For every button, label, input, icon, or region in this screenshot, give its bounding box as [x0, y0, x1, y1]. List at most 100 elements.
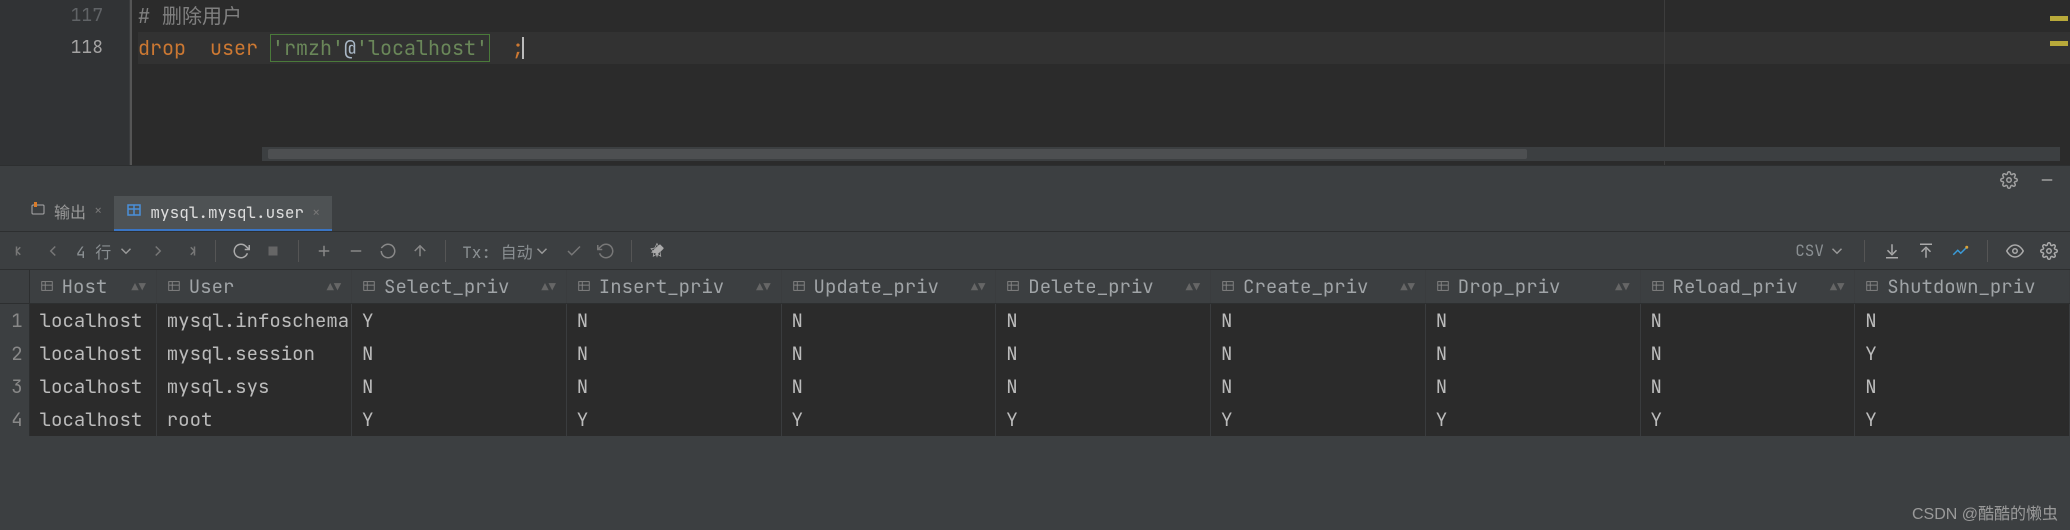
horizontal-scrollbar[interactable]	[262, 147, 2060, 161]
cell-delete-priv[interactable]: N	[996, 337, 1211, 370]
col-header-insert-priv[interactable]: Insert_priv ▲▼	[567, 270, 782, 303]
scrollbar-thumb[interactable]	[268, 149, 1527, 159]
cell-user[interactable]: mysql.infoschema	[157, 304, 352, 337]
watermark: CSDN @酷酷的懒虫	[1912, 500, 2058, 524]
download-icon[interactable]	[1883, 242, 1901, 260]
cell-host[interactable]: localhost	[30, 337, 157, 370]
tx-mode[interactable]: Tx: 自动	[462, 239, 550, 263]
cell-create-priv[interactable]: N	[1211, 370, 1426, 403]
compare-icon[interactable]	[1951, 242, 1969, 260]
table-row[interactable]: 4 localhost root Y Y Y Y Y Y Y Y	[0, 403, 2070, 436]
cell-update-priv[interactable]: N	[782, 304, 997, 337]
cell-shutdown-priv[interactable]: N	[1855, 304, 2070, 337]
results-grid[interactable]: Host ▲▼ User ▲▼ Select_priv ▲▼ Insert_pr…	[0, 270, 2070, 436]
table-row[interactable]: 1 localhost mysql.infoschema Y N N N N N…	[0, 304, 2070, 337]
col-header-host[interactable]: Host ▲▼	[30, 270, 157, 303]
code-line-118[interactable]: drop user 'rmzh'@'localhost' ;	[138, 32, 2070, 64]
col-header-drop-priv[interactable]: Drop_priv ▲▼	[1426, 270, 1641, 303]
col-header-update-priv[interactable]: Update_priv ▲▼	[782, 270, 997, 303]
col-header-user[interactable]: User ▲▼	[157, 270, 352, 303]
cell-update-priv[interactable]: N	[782, 337, 997, 370]
code-area[interactable]: # 删除用户 drop user 'rmzh'@'localhost' ;	[130, 0, 2070, 165]
sort-icon[interactable]: ▲▼	[1400, 279, 1414, 295]
cell-drop-priv[interactable]: N	[1426, 337, 1641, 370]
cell-create-priv[interactable]: N	[1211, 337, 1426, 370]
cell-select-priv[interactable]: Y	[352, 304, 567, 337]
cell-insert-priv[interactable]: N	[567, 370, 782, 403]
sort-icon[interactable]: ▲▼	[1186, 279, 1200, 295]
column-icon	[1865, 274, 1879, 299]
cell-insert-priv[interactable]: N	[567, 337, 782, 370]
col-header-delete-priv[interactable]: Delete_priv ▲▼	[996, 270, 1211, 303]
sort-icon[interactable]: ▲▼	[327, 279, 341, 295]
first-page-icon[interactable]	[12, 242, 30, 260]
cell-create-priv[interactable]: N	[1211, 304, 1426, 337]
tab-mysql-user[interactable]: mysql.mysql.user ×	[114, 196, 332, 231]
sort-icon[interactable]: ▲▼	[1615, 279, 1629, 295]
pin-icon[interactable]	[648, 242, 666, 260]
revert-icon[interactable]	[379, 242, 397, 260]
eye-icon[interactable]	[2006, 242, 2024, 260]
stop-icon[interactable]	[264, 242, 282, 260]
col-header-create-priv[interactable]: Create_priv ▲▼	[1211, 270, 1426, 303]
cell-host[interactable]: localhost	[30, 370, 157, 403]
last-page-icon[interactable]	[181, 242, 199, 260]
reload-icon[interactable]	[232, 242, 250, 260]
cell-create-priv[interactable]: Y	[1211, 403, 1426, 436]
col-header-select-priv[interactable]: Select_priv ▲▼	[352, 270, 567, 303]
cell-drop-priv[interactable]: N	[1426, 370, 1641, 403]
minimize-icon[interactable]	[2038, 171, 2056, 195]
cell-insert-priv[interactable]: Y	[567, 403, 782, 436]
close-icon[interactable]: ×	[312, 204, 320, 222]
sort-icon[interactable]: ▲▼	[1830, 279, 1844, 295]
cell-select-priv[interactable]: Y	[352, 403, 567, 436]
cell-reload-priv[interactable]: N	[1641, 337, 1856, 370]
export-format[interactable]: CSV	[1795, 240, 1846, 261]
upload-icon[interactable]	[1917, 242, 1935, 260]
code-line-117[interactable]: # 删除用户	[138, 0, 2070, 32]
col-label: Reload_priv	[1673, 274, 1798, 299]
cell-delete-priv[interactable]: Y	[996, 403, 1211, 436]
cell-reload-priv[interactable]: Y	[1641, 403, 1856, 436]
remove-row-icon[interactable]	[347, 242, 365, 260]
sort-icon[interactable]: ▲▼	[131, 279, 145, 295]
add-row-icon[interactable]	[315, 242, 333, 260]
rows-label[interactable]: 4 行	[76, 239, 135, 263]
cell-user[interactable]: mysql.session	[157, 337, 352, 370]
cell-reload-priv[interactable]: N	[1641, 304, 1856, 337]
cell-host[interactable]: localhost	[30, 403, 157, 436]
cell-drop-priv[interactable]: Y	[1426, 403, 1641, 436]
cell-drop-priv[interactable]: N	[1426, 304, 1641, 337]
cell-delete-priv[interactable]: N	[996, 370, 1211, 403]
cell-user[interactable]: root	[157, 403, 352, 436]
cell-host[interactable]: localhost	[30, 304, 157, 337]
cell-update-priv[interactable]: N	[782, 370, 997, 403]
cell-shutdown-priv[interactable]: Y	[1855, 337, 2070, 370]
tab-output[interactable]: 输出 ×	[18, 193, 114, 231]
rollback-icon[interactable]	[597, 242, 615, 260]
cell-delete-priv[interactable]: N	[996, 304, 1211, 337]
next-page-icon[interactable]	[149, 242, 167, 260]
sort-icon[interactable]: ▲▼	[541, 279, 555, 295]
table-row[interactable]: 3 localhost mysql.sys N N N N N N N N	[0, 370, 2070, 403]
cell-select-priv[interactable]: N	[352, 337, 567, 370]
commit-icon[interactable]	[411, 242, 429, 260]
close-icon[interactable]: ×	[94, 202, 102, 220]
cell-insert-priv[interactable]: N	[567, 304, 782, 337]
cell-shutdown-priv[interactable]: N	[1855, 370, 2070, 403]
sort-icon[interactable]: ▲▼	[971, 279, 985, 295]
col-header-reload-priv[interactable]: Reload_priv ▲▼	[1641, 270, 1856, 303]
editor[interactable]: 117 118 # 删除用户 drop user 'rmzh'@'localho…	[0, 0, 2070, 165]
settings-icon[interactable]	[2040, 242, 2058, 260]
cell-select-priv[interactable]: N	[352, 370, 567, 403]
table-row[interactable]: 2 localhost mysql.session N N N N N N N …	[0, 337, 2070, 370]
cell-reload-priv[interactable]: N	[1641, 370, 1856, 403]
cell-user[interactable]: mysql.sys	[157, 370, 352, 403]
sort-icon[interactable]: ▲▼	[756, 279, 770, 295]
col-header-shutdown-priv[interactable]: Shutdown_priv	[1855, 270, 2070, 303]
cell-shutdown-priv[interactable]: Y	[1855, 403, 2070, 436]
prev-page-icon[interactable]	[44, 242, 62, 260]
cell-update-priv[interactable]: Y	[782, 403, 997, 436]
gear-icon[interactable]	[2000, 171, 2018, 195]
check-icon[interactable]	[565, 242, 583, 260]
